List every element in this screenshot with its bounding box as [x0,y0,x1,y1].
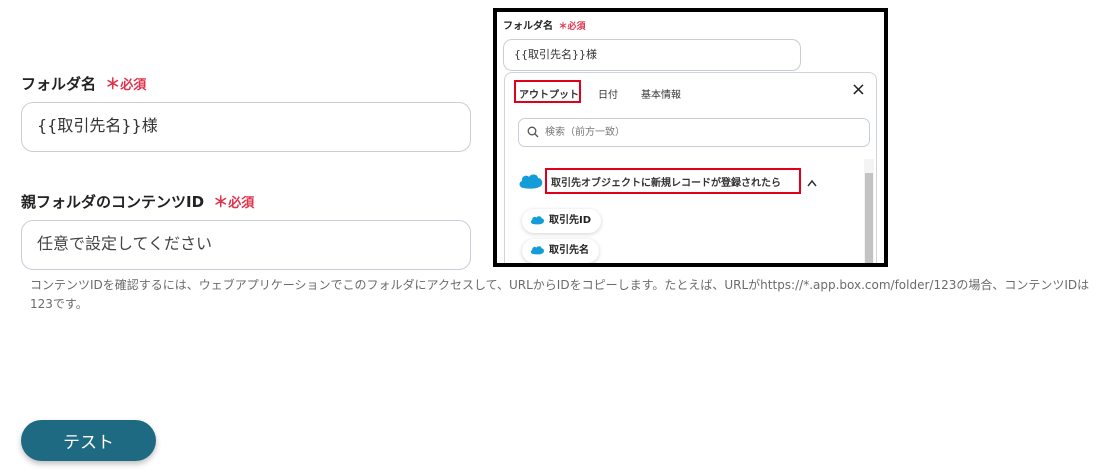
folder-name-label-text: フォルダ名 [21,75,97,93]
shot-highlight-tab [514,80,581,103]
shot-search-input: 検索（前方一致） [518,118,870,147]
shot-item-label: 取引先ID [549,215,592,226]
required-text: 必須 [228,196,255,211]
shot-output-panel: アウトプット 日付 基本情報 × 検索（前方一致） 取引先オブジェクトに新規レコ… [504,72,877,263]
search-icon [527,126,539,138]
salesforce-cloud-icon [530,246,545,255]
folder-name-input[interactable]: {{取引先名}}様 [21,102,471,152]
required-text: 必須 [120,78,147,93]
salesforce-cloud-icon [519,174,543,189]
help-text: コンテンツIDを確認するには、ウェブアプリケーションでこのフォルダにアクセスして… [30,278,1090,311]
parent-folder-id-label-text: 親フォルダのコンテンツID [21,193,205,211]
test-button[interactable]: テスト [21,420,156,461]
required-badge: ＊必須 [105,75,147,93]
chevron-up-icon [807,179,817,187]
shot-field-label: フォルダ名 ＊必須 [503,17,586,32]
salesforce-cloud-icon [530,216,545,225]
parent-folder-id-placeholder: 任意で設定してください [37,234,213,253]
shot-required-text: 必須 [567,22,586,32]
shot-scrollbar-thumb [865,173,873,263]
shot-highlight-section [545,168,801,194]
shot-field-input: {{取引先名}}様 [503,39,801,71]
shot-field-value: {{取引先名}}様 [514,48,597,61]
parent-folder-id-input[interactable]: 任意で設定してください [21,220,471,270]
embedded-screenshot: フォルダ名 ＊必須 {{取引先名}}様 アウトプット 日付 基本情報 × 検索（… [493,8,888,267]
shot-field-label-text: フォルダ名 [503,21,553,32]
parent-folder-id-label: 親フォルダのコンテンツID ＊必須 [21,191,254,212]
shot-item-account-name: 取引先名 [522,239,599,263]
shot-tab-basic-info: 基本情報 [641,90,681,101]
shot-item-label: 取引先名 [549,245,589,256]
shot-search-placeholder: 検索（前方一致） [545,127,625,138]
shot-required-badge: ＊必須 [558,22,586,32]
folder-name-label: フォルダ名 ＊必須 [21,73,146,94]
shot-item-account-id: 取引先ID [522,209,602,233]
shot-tab-date: 日付 [598,90,618,101]
close-icon: × [850,79,866,100]
required-badge: ＊必須 [213,193,255,211]
folder-name-value: {{取引先名}}様 [37,116,158,135]
